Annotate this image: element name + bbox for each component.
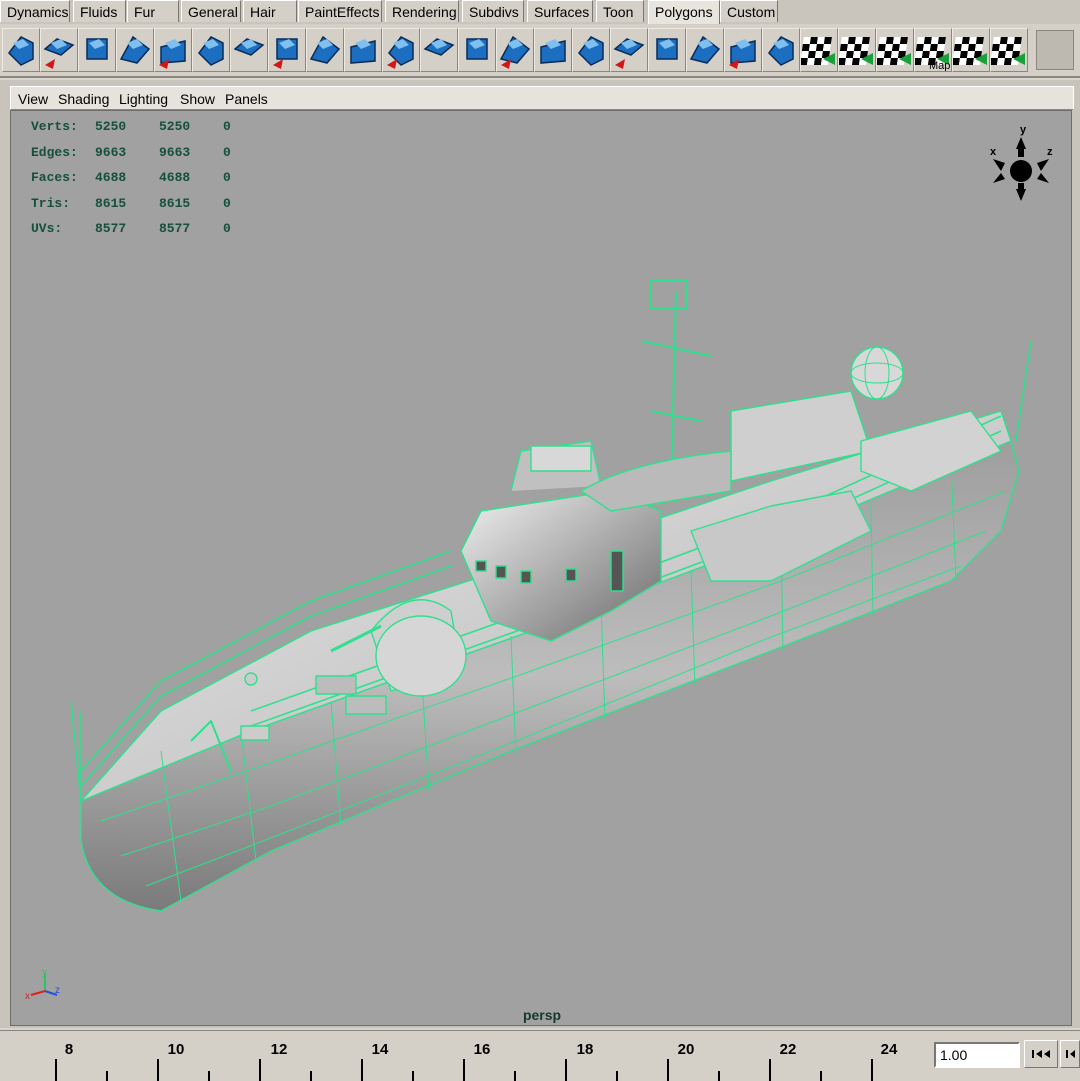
tick-label: 20	[677, 1041, 695, 1058]
polygon-sphere-tool-icon[interactable]	[2, 28, 40, 72]
uv-texture-editor-icon[interactable]	[990, 28, 1028, 72]
shelf-tab-bar: Dynamics Fluids Fur General Hair PaintEf…	[0, 0, 1080, 24]
camera-name-label: persp	[522, 1007, 562, 1023]
tab-subdivs[interactable]: Subdivs	[462, 0, 524, 22]
tab-polygons[interactable]: Polygons	[648, 0, 720, 24]
menu-panels[interactable]: Panels	[225, 91, 268, 107]
combine-icon[interactable]	[40, 28, 78, 72]
tick-label: 10	[167, 1041, 185, 1058]
viewport-persp[interactable]: Verts: 5250 5250 0 Edges: 9663 9663 0 Fa…	[10, 110, 1072, 1026]
boat-model[interactable]	[11, 111, 1072, 1026]
map-label: Map	[929, 60, 950, 71]
tick-label: 16	[473, 1041, 491, 1058]
tab-dynamics[interactable]: Dynamics	[0, 0, 70, 22]
menu-shading[interactable]: Shading	[58, 91, 109, 107]
time-slider[interactable]: 8 10 12 14 16 18 20 22 24	[0, 1030, 1080, 1081]
tab-general[interactable]: General	[181, 0, 241, 22]
tab-rendering[interactable]: Rendering	[385, 0, 459, 22]
triangulate-icon[interactable]	[268, 28, 306, 72]
gizmo-x-label: x	[25, 991, 30, 1001]
extrude-face-icon[interactable]	[344, 28, 382, 72]
extrude-edge-icon[interactable]	[382, 28, 420, 72]
tick-label: 18	[576, 1041, 594, 1058]
append-polygon-icon[interactable]	[458, 28, 496, 72]
smooth-icon[interactable]	[230, 28, 268, 72]
planar-mapping-icon[interactable]	[800, 28, 838, 72]
poke-faces-icon[interactable]	[572, 28, 610, 72]
menu-show[interactable]: Show	[180, 91, 215, 107]
tab-toon[interactable]: Toon	[596, 0, 644, 22]
collapse-icon[interactable]	[648, 28, 686, 72]
separate-icon[interactable]	[78, 28, 116, 72]
current-frame-field[interactable]	[934, 1042, 1020, 1068]
wedge-faces-icon[interactable]	[534, 28, 572, 72]
axis-gizmo-icon: y x z	[25, 967, 60, 1001]
perspective-panel: View Shading Lighting Show Panels Verts:…	[0, 80, 1080, 1028]
tick-label: 24	[880, 1041, 898, 1058]
gizmo-z-label: z	[55, 985, 60, 996]
tick-label: 14	[371, 1041, 389, 1058]
polygon-shelf: Map	[0, 24, 1080, 78]
quadrangulate-icon[interactable]	[306, 28, 344, 72]
cube-wireframe-icon[interactable]	[192, 28, 230, 72]
tab-fluids[interactable]: Fluids	[73, 0, 126, 22]
tab-surfaces[interactable]: Surfaces	[527, 0, 593, 22]
uv-layout-icon[interactable]	[952, 28, 990, 72]
step-back-icon[interactable]	[1060, 1040, 1080, 1068]
soften-edge-icon[interactable]	[724, 28, 762, 72]
bridge-icon[interactable]	[420, 28, 458, 72]
tab-hair[interactable]: Hair	[243, 0, 297, 22]
tick-label: 12	[270, 1041, 288, 1058]
panel-menu-bar: View Shading Lighting Show Panels	[10, 86, 1074, 110]
tab-fur[interactable]: Fur	[127, 0, 179, 22]
split-polygon-icon[interactable]	[496, 28, 534, 72]
gizmo-y-label: y	[42, 967, 47, 978]
automatic-mapping-icon[interactable]: Map	[914, 28, 952, 72]
booleans-icon[interactable]	[154, 28, 192, 72]
tick-label: 22	[779, 1041, 797, 1058]
tab-custom[interactable]: Custom	[720, 0, 778, 22]
spherical-mapping-icon[interactable]	[876, 28, 914, 72]
sculpt-tool-icon[interactable]	[762, 28, 800, 72]
go-to-start-icon[interactable]	[1024, 1040, 1058, 1068]
cylindrical-mapping-icon[interactable]	[838, 28, 876, 72]
empty-shelf-slot	[1036, 30, 1074, 70]
merge-vertices-icon[interactable]	[686, 28, 724, 72]
tab-painteffects[interactable]: PaintEffects	[298, 0, 382, 22]
extract-icon[interactable]	[116, 28, 154, 72]
tick-label: 8	[64, 1041, 74, 1058]
menu-view[interactable]: View	[18, 91, 48, 107]
duplicate-face-icon[interactable]	[610, 28, 648, 72]
menu-lighting[interactable]: Lighting	[119, 91, 168, 107]
